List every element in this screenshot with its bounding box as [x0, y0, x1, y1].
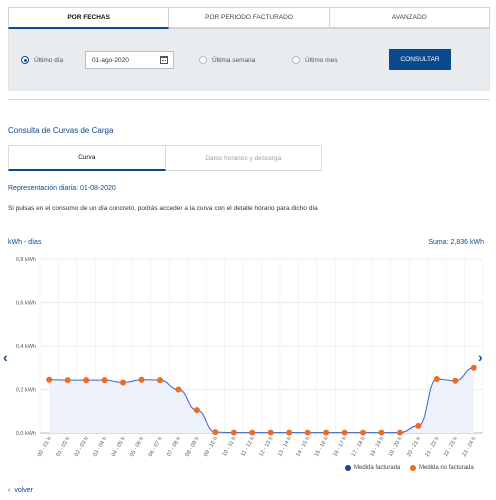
x-tick-label: 17 - 18 h [351, 436, 367, 458]
x-tick-label: 23 - 24 h [461, 436, 477, 458]
radio-unchecked-icon [292, 56, 300, 64]
x-tick-label: 02 - 03 h [74, 436, 90, 458]
legend-dot-icon [410, 465, 416, 471]
x-tick-label: 08 - 09 h [185, 436, 201, 458]
data-point[interactable] [341, 429, 348, 436]
x-tick-label: 22 - 23 h [443, 436, 459, 458]
radio-checked-icon [21, 56, 29, 64]
data-point[interactable] [267, 429, 274, 436]
x-tick-label: 09 - 10 h [203, 436, 219, 458]
tab-por-periodo-facturado[interactable]: POR PERIODO FACTURADO [169, 7, 330, 29]
data-point[interactable] [433, 376, 440, 383]
x-tick-label: 01 - 02 h [55, 436, 71, 458]
main-tabs: POR FECHAS POR PERIODO FACTURADO AVANZAD… [8, 7, 490, 29]
date-field[interactable]: 01-ago-2020 [85, 51, 174, 69]
units-label: kWh - días [8, 239, 42, 246]
volver-label: volver [14, 487, 34, 494]
date-value: 01-ago-2020 [92, 56, 129, 64]
radio-ultimo-mes-label: Último mes [305, 56, 338, 64]
sub-tabs: Curva Datos horarios y descarga [8, 145, 322, 171]
data-point[interactable] [83, 377, 90, 384]
x-tick-label: 20 - 21 h [406, 436, 422, 458]
radio-unchecked-icon [199, 56, 207, 64]
tab-avanzado[interactable]: AVANZADO [329, 7, 490, 29]
load-curve-chart[interactable]: 0,0 kWh 0,2 kWh 0,4 kWh 0,6 kWh 0,8 kWh 00 - … [0, 250, 496, 485]
chevron-left-icon: ‹ [8, 487, 11, 494]
legend-label: Medida no facturada [419, 465, 474, 471]
data-point[interactable] [470, 364, 477, 371]
data-point[interactable] [286, 429, 293, 436]
calendar-icon[interactable] [160, 56, 168, 64]
tab-por-fechas[interactable]: POR FECHAS [8, 7, 170, 29]
data-point[interactable] [452, 377, 459, 384]
radio-ultimo-dia[interactable]: Último día [21, 56, 63, 64]
data-point[interactable] [212, 429, 219, 436]
chevron-left-icon[interactable]: ‹ [3, 350, 8, 364]
data-point[interactable] [360, 429, 367, 436]
data-point[interactable] [230, 429, 237, 436]
data-point[interactable] [138, 376, 145, 383]
x-tick-label: 05 - 06 h [129, 436, 145, 458]
x-tick-label: 10 - 11 h [222, 436, 238, 457]
section-title: Consulta de Curvas de Carga [8, 126, 114, 135]
x-tick-label: 06 - 07 h [148, 436, 164, 458]
radio-ultimo-mes[interactable]: Último mes [292, 56, 338, 64]
legend-facturada: Medida facturada [345, 465, 400, 471]
data-point[interactable] [323, 429, 330, 436]
x-tick-label: 03 - 04 h [92, 436, 108, 458]
y-tick-label: 0,8 kWh [16, 257, 36, 263]
data-point[interactable] [193, 407, 200, 414]
radio-ultima-semana-label: Última semana [212, 56, 256, 64]
x-tick-label: 13 - 14 h [277, 436, 293, 458]
x-tick-label: 18 - 19 h [369, 436, 385, 458]
data-point[interactable] [46, 376, 53, 383]
y-tick-label: 0,4 kWh [16, 344, 36, 350]
data-point[interactable] [175, 386, 182, 393]
tab-curva[interactable]: Curva [8, 145, 166, 171]
y-tick-label: 0,0 kWh [16, 431, 36, 437]
legend-label: Medida facturada [354, 465, 401, 471]
data-point[interactable] [249, 429, 256, 436]
filter-panel: Último día 01-ago-2020 Última semana Últ… [8, 29, 490, 91]
divider [8, 99, 490, 100]
sum-label: Suma: 2,836 kWh [428, 239, 484, 246]
data-point[interactable] [156, 377, 163, 384]
y-tick-label: 0,2 kWh [16, 388, 36, 394]
chevron-right-icon[interactable]: › [478, 350, 483, 364]
x-tick-label: 11 - 12 h [240, 436, 256, 457]
y-tick-label: 0,6 kWh [16, 301, 36, 307]
data-point[interactable] [304, 429, 311, 436]
tab-datos-horarios[interactable]: Datos horarios y descarga [165, 145, 322, 171]
data-point[interactable] [120, 379, 127, 386]
representation-title: Representación diaria: 01-08-2020 [8, 185, 116, 192]
legend-no-facturada: Medida no facturada [410, 465, 474, 471]
volver-link[interactable]: ‹ volver [8, 487, 33, 494]
hint-text: Si pulsas en el consumo de un día concre… [8, 205, 318, 212]
radio-ultimo-dia-label: Último día [34, 56, 64, 64]
x-tick-label: 14 - 15 h [295, 436, 311, 458]
consultar-button[interactable]: CONSULTAR [389, 49, 451, 70]
x-tick-label: 21 - 22 h [425, 436, 441, 458]
x-tick-label: 07 - 08 h [166, 436, 182, 458]
data-point[interactable] [378, 429, 385, 436]
x-tick-label: 04 - 05 h [111, 436, 127, 458]
radio-ultima-semana[interactable]: Última semana [199, 56, 255, 64]
data-point[interactable] [64, 377, 71, 384]
data-point[interactable] [101, 377, 108, 384]
x-tick-label: 15 - 16 h [314, 436, 330, 458]
data-point[interactable] [396, 429, 403, 436]
x-tick-label: 12 - 13 h [258, 436, 274, 458]
x-tick-label: 19 - 20 h [388, 436, 404, 458]
data-point[interactable] [415, 422, 422, 429]
x-tick-label: 16 - 17 h [332, 436, 348, 458]
x-tick-label: 00 - 01 h [37, 436, 53, 458]
legend-dot-icon [345, 465, 351, 471]
